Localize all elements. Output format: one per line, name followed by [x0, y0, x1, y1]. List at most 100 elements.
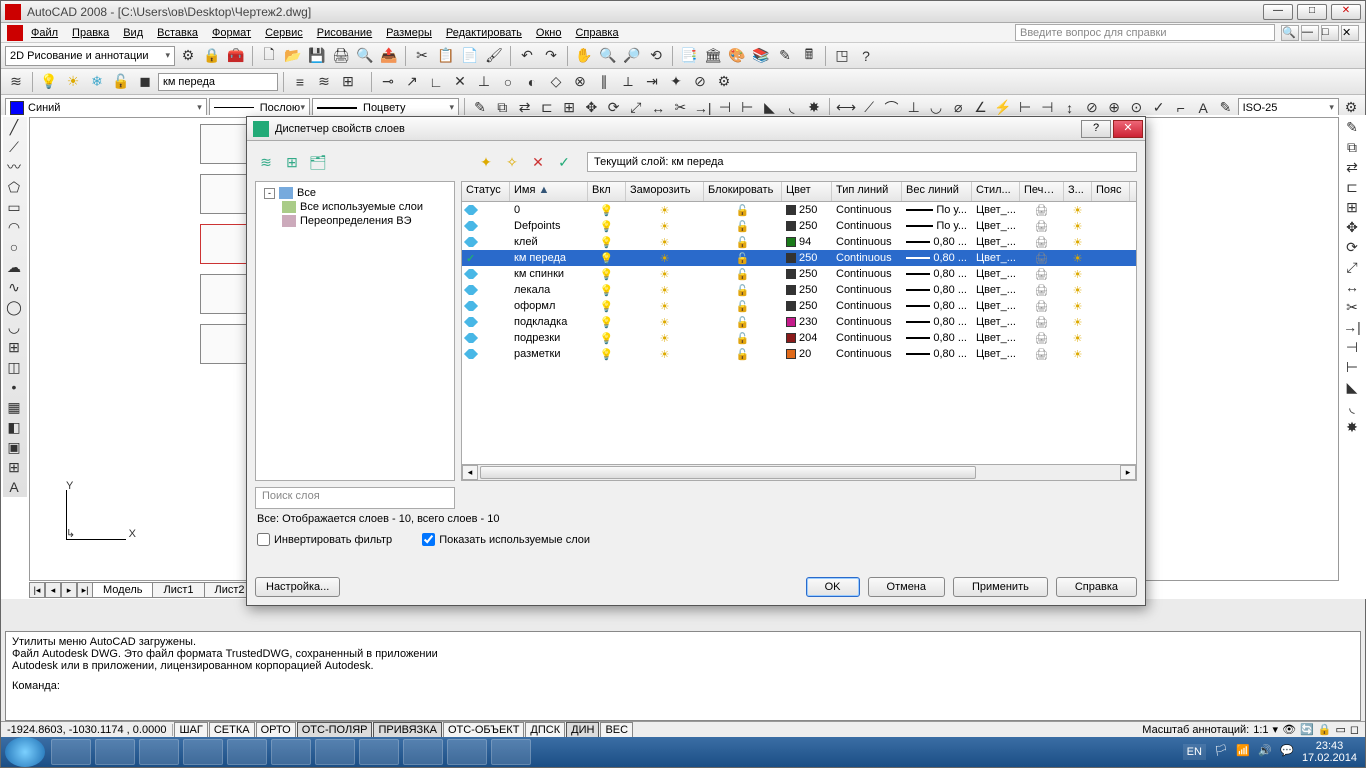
thumb-5[interactable]	[200, 324, 248, 364]
tab-last-icon[interactable]: ▸|	[77, 582, 93, 598]
taskbar-firefox-icon[interactable]	[271, 739, 311, 765]
xline-icon[interactable]: ⟋	[3, 137, 25, 157]
osnap-settings-icon[interactable]: ⚙	[713, 71, 735, 93]
maximize-button[interactable]: □	[1297, 4, 1327, 20]
layer-row[interactable]: подкладка💡☀🔓 230Continuous 0,80 ...Цвет_…	[462, 314, 1136, 330]
layer-row[interactable]: км спинки💡☀🔓 250Continuous 0,80 ...Цвет_…	[462, 266, 1136, 282]
layer-freeze-icon[interactable]: ❄	[86, 71, 108, 93]
layer-row[interactable]: подрезки💡☀🔓 204Continuous 0,80 ...Цвет_.…	[462, 330, 1136, 346]
layer-search-input[interactable]: Поиск слоя	[255, 487, 455, 509]
menu-modify[interactable]: Редактировать	[440, 25, 528, 41]
polar-toggle[interactable]: ОТС-ПОЛЯР	[297, 722, 373, 738]
settings-button[interactable]: Настройка...	[255, 577, 340, 597]
mdi-max-icon[interactable]: □	[1321, 25, 1339, 41]
osnap-icon[interactable]: ⊥	[473, 71, 495, 93]
ducs-toggle[interactable]: ДПСК	[525, 722, 565, 738]
minimize-button[interactable]: —	[1263, 4, 1293, 20]
layer-lock-icon[interactable]: 🔓	[110, 71, 132, 93]
anno-auto-icon[interactable]: 🔄	[1300, 723, 1314, 736]
menu-format[interactable]: Формат	[206, 25, 257, 41]
taskbar-ie-icon[interactable]	[51, 739, 91, 765]
scale2-icon[interactable]: ⤢	[1341, 257, 1363, 277]
anno-vis-icon[interactable]: 👁	[1282, 723, 1296, 736]
close-button[interactable]: ✕	[1331, 4, 1361, 20]
ortho-toggle[interactable]: ОРТО	[256, 722, 296, 738]
tray-flag-icon[interactable]: 🏳	[1214, 745, 1228, 759]
menu-file[interactable]: Файл	[25, 25, 64, 41]
polygon-icon[interactable]: ⬠	[3, 177, 25, 197]
tab-model[interactable]: Модель	[92, 582, 153, 598]
snap-toggle[interactable]: ШАГ	[174, 722, 207, 738]
layer-states-icon[interactable]: 🗂	[307, 151, 329, 173]
taskbar-chrome-icon[interactable]	[95, 739, 135, 765]
scroll-left-icon[interactable]: ◂	[462, 465, 478, 480]
help-search-input[interactable]: Введите вопрос для справки	[1015, 24, 1275, 41]
delete-layer-icon[interactable]: ✕	[527, 151, 549, 173]
col-plot[interactable]: Печать	[1020, 182, 1064, 201]
layer-row[interactable]: 0💡☀🔓 250Continuous По у...Цвет_...🖨☀	[462, 202, 1136, 218]
show-used-check[interactable]: Показать используемые слои	[422, 533, 590, 546]
dyn-toggle[interactable]: ДИН	[566, 722, 599, 738]
menu-dimension[interactable]: Размеры	[380, 25, 438, 41]
new-icon[interactable]: 🗋	[258, 45, 280, 67]
insert-block-icon[interactable]: ⊞	[3, 337, 25, 357]
help-search-icon[interactable]: 🔍	[1281, 25, 1299, 41]
osnap-toggle[interactable]: ПРИВЯЗКА	[373, 722, 441, 738]
osnap-icon[interactable]: ⟂	[617, 71, 639, 93]
menu-view[interactable]: Вид	[117, 25, 149, 41]
rectangle-icon[interactable]: ▭	[3, 197, 25, 217]
grid-hscroll[interactable]: ◂ ▸	[462, 464, 1136, 480]
mdi-close-icon[interactable]: ✕	[1341, 25, 1359, 41]
menu-draw[interactable]: Рисование	[311, 25, 378, 41]
osnap-icon[interactable]: ↗	[401, 71, 423, 93]
erase2-icon[interactable]: ✎	[1341, 117, 1363, 137]
grid-toggle[interactable]: СЕТКА	[209, 722, 255, 738]
layer-sun-icon[interactable]: ☀	[62, 71, 84, 93]
otrack-toggle[interactable]: ОТС-ОБЪЕКТ	[443, 722, 524, 738]
line-icon[interactable]: ╱	[3, 117, 25, 137]
thumb-2[interactable]	[200, 174, 248, 214]
col-freeze[interactable]: Заморозить	[626, 182, 704, 201]
osnap-icon[interactable]: ✦	[665, 71, 687, 93]
tab-layout1[interactable]: Лист1	[152, 582, 204, 598]
zoom-win-icon[interactable]: 🔎	[621, 45, 643, 67]
ok-button[interactable]: OK	[806, 577, 860, 597]
gradient-icon[interactable]: ◧	[3, 417, 25, 437]
cut-icon[interactable]: ✂	[411, 45, 433, 67]
annoscale-dd-icon[interactable]: ▾	[1273, 723, 1279, 736]
tab-prev-icon[interactable]: ◂	[45, 582, 61, 598]
taskbar-access-icon[interactable]	[491, 739, 531, 765]
status-clean-icon[interactable]: ◻	[1350, 723, 1359, 736]
offset2-icon[interactable]: ⊏	[1341, 177, 1363, 197]
mtext-icon[interactable]: A	[3, 477, 25, 497]
col-pstyle[interactable]: Стил...	[972, 182, 1020, 201]
col-name[interactable]: Имя ▲	[510, 182, 588, 201]
calculator-icon[interactable]: 🖩	[798, 45, 820, 67]
layer-bulb-icon[interactable]: 💡	[38, 71, 60, 93]
apply-button[interactable]: Применить	[953, 577, 1048, 597]
col-color[interactable]: Цвет	[782, 182, 832, 201]
region-icon[interactable]: ▣	[3, 437, 25, 457]
layer-color-icon[interactable]: ◼	[134, 71, 156, 93]
osnap-icon[interactable]: ∟	[425, 71, 447, 93]
invert-filter-check[interactable]: Инвертировать фильтр	[257, 533, 392, 546]
menu-tools[interactable]: Сервис	[259, 25, 309, 41]
open-icon[interactable]: 📂	[282, 45, 304, 67]
help-icon[interactable]: ?	[855, 45, 877, 67]
osnap-icon[interactable]: ⊘	[689, 71, 711, 93]
paste-icon[interactable]: 📄	[459, 45, 481, 67]
scroll-thumb[interactable]	[480, 466, 976, 479]
redo-icon[interactable]: ↷	[540, 45, 562, 67]
save-icon[interactable]: 💾	[306, 45, 328, 67]
preview-icon[interactable]: 🔍	[354, 45, 376, 67]
col-lock[interactable]: Блокировать	[704, 182, 782, 201]
thumb-3[interactable]	[200, 224, 248, 264]
new-layer-frozen-icon[interactable]: ✧	[501, 151, 523, 173]
arc-icon[interactable]: ◠	[3, 217, 25, 237]
make-block-icon[interactable]: ◫	[3, 357, 25, 377]
trim2-icon[interactable]: ✂	[1341, 297, 1363, 317]
toolbox-icon[interactable]: 🧰	[225, 45, 247, 67]
osnap-icon[interactable]: ◐	[521, 71, 543, 93]
copy2-icon[interactable]: ⧉	[1341, 137, 1363, 157]
tray-net-icon[interactable]: 📶	[1236, 745, 1250, 759]
